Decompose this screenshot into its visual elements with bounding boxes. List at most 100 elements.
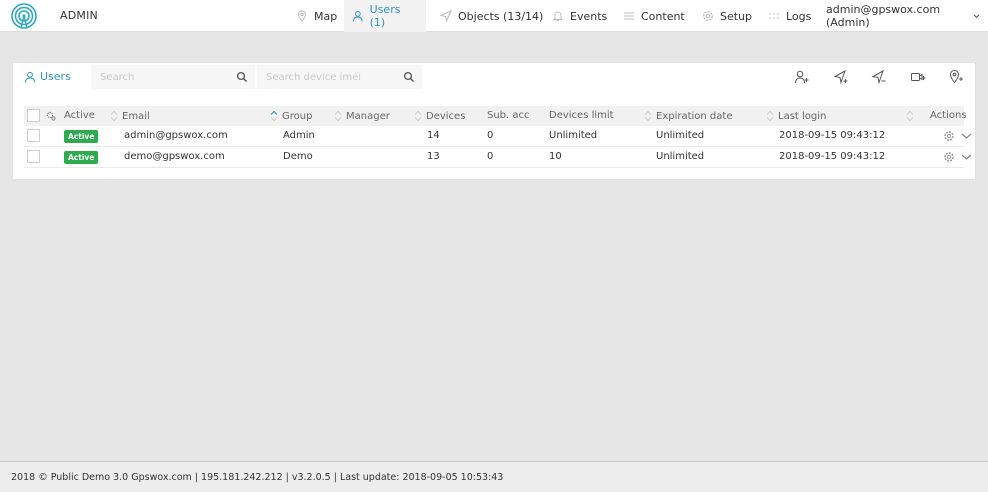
cell-group: Demo <box>283 151 313 162</box>
col-devices-label: Devices <box>426 110 466 122</box>
panel-title-label: Users <box>40 70 71 83</box>
add-object-icon <box>833 69 848 85</box>
add-geofence-button[interactable] <box>948 69 964 85</box>
users-panel: Users Active Email <box>12 62 976 180</box>
nav-setup-label: Setup <box>720 9 753 23</box>
nav-content-label: Content <box>641 9 685 23</box>
nav-map[interactable]: Map <box>288 0 345 32</box>
cell-email: demo@gpswox.com <box>124 151 225 162</box>
user-search <box>91 65 255 89</box>
col-last-login-label: Last login <box>778 110 827 122</box>
nav-logs-label: Logs <box>786 9 812 23</box>
nav-objects-label: Objects (13/14) <box>458 9 544 23</box>
col-expiration-label: Expiration date <box>656 110 733 122</box>
cell-group: Admin <box>283 130 315 141</box>
account-label: admin@gpswox.com (Admin) <box>826 3 941 29</box>
col-actions: Actions <box>930 110 967 121</box>
col-sub-acc-label: Sub. acc <box>487 110 530 121</box>
add-camera-icon <box>911 73 926 81</box>
add-user-icon <box>795 70 809 84</box>
imei-search <box>257 65 422 89</box>
add-object-button[interactable] <box>833 69 849 85</box>
settings-icon[interactable] <box>46 111 56 121</box>
col-expiration[interactable]: Expiration date <box>644 110 732 122</box>
col-devices[interactable]: Devices <box>414 110 465 122</box>
dots-icon <box>769 13 779 19</box>
col-manager[interactable]: Manager <box>334 110 390 122</box>
col-manager-label: Manager <box>346 110 390 122</box>
add-object-alt-button[interactable] <box>871 69 887 85</box>
user-icon <box>352 11 363 22</box>
panel-header: Users <box>13 63 975 91</box>
sort-icon <box>644 110 652 122</box>
nav-logs[interactable]: Logs <box>760 0 819 32</box>
status-badge: Active <box>64 130 99 143</box>
brand-label: ADMIN <box>60 9 98 22</box>
search-icon[interactable] <box>403 71 415 83</box>
gear-icon[interactable] <box>943 151 955 163</box>
chevron-down-icon[interactable] <box>961 152 972 162</box>
gear-icon <box>703 11 713 21</box>
top-navbar: ADMIN Map Users (1) Objects (13/14) Even… <box>0 0 988 32</box>
sort-icon[interactable] <box>906 110 914 122</box>
user-icon <box>25 71 35 83</box>
add-user-button[interactable] <box>794 69 810 85</box>
search-icon[interactable] <box>236 71 248 83</box>
add-camera-button[interactable] <box>910 69 926 85</box>
add-geofence-icon <box>949 69 963 84</box>
nav-events[interactable]: Events <box>544 0 615 32</box>
cell-sub-acc: 0 <box>487 151 494 162</box>
cell-expiration: Unlimited <box>656 151 705 162</box>
col-devices-limit-label: Devices limit <box>549 110 614 121</box>
col-email-label: Email <box>122 110 150 122</box>
cell-devices-limit: 10 <box>549 151 562 162</box>
col-email[interactable]: Email <box>110 110 150 122</box>
table-row: Active admin@gpswox.com Admin 14 0 Unlim… <box>24 126 972 147</box>
nav-map-label: Map <box>314 9 338 23</box>
nav-events-label: Events <box>570 9 608 23</box>
sort-icon <box>766 110 774 122</box>
row-checkbox[interactable] <box>27 150 40 163</box>
row-checkbox[interactable] <box>27 129 40 142</box>
cell-devices: 14 <box>427 130 440 141</box>
cell-last-login: 2018-09-15 09:43:12 <box>779 151 886 162</box>
cell-email: admin@gpswox.com <box>124 130 228 141</box>
sort-icon <box>110 110 118 122</box>
search-input[interactable] <box>91 65 231 89</box>
footer-text: 2018 © Public Demo 3.0 Gpswox.com | 195.… <box>11 472 504 483</box>
nav-users-label: Users (1) <box>369 3 401 29</box>
nav-content[interactable]: Content <box>615 0 693 32</box>
table-header: Active Email Group Manager Devices Sub. … <box>24 106 967 126</box>
signal-tower-icon[interactable] <box>10 3 38 29</box>
select-all-checkbox[interactable] <box>27 109 40 122</box>
gear-icon[interactable] <box>943 130 955 142</box>
navigation-arrow-icon <box>440 10 452 22</box>
account-menu[interactable]: admin@gpswox.com (Admin) <box>818 0 988 32</box>
col-actions-label: Actions <box>930 110 967 121</box>
sort-icon <box>334 110 342 122</box>
col-devices-limit[interactable]: Devices limit <box>549 110 614 121</box>
cell-last-login: 2018-09-15 09:43:12 <box>779 130 886 141</box>
nav-objects[interactable]: Objects (13/14) <box>432 0 551 32</box>
chevron-down-icon[interactable] <box>961 131 972 141</box>
col-sub-acc[interactable]: Sub. acc <box>487 110 530 121</box>
col-active[interactable]: Active <box>64 110 95 121</box>
map-marker-icon <box>297 10 307 22</box>
cell-sub-acc: 0 <box>487 130 494 141</box>
chevron-down-icon <box>973 14 980 18</box>
cell-devices-limit: Unlimited <box>549 130 598 141</box>
nav-setup[interactable]: Setup <box>694 0 760 32</box>
cell-devices: 13 <box>427 151 440 162</box>
bell-icon <box>552 11 564 21</box>
panel-title: Users <box>24 70 71 83</box>
sort-asc-icon <box>270 110 278 122</box>
imei-search-input[interactable] <box>257 65 397 89</box>
add-object-alt-icon <box>871 69 886 85</box>
col-group-label: Group <box>282 110 313 122</box>
col-last-login[interactable]: Last login <box>766 110 826 122</box>
col-active-label: Active <box>64 110 95 121</box>
nav-users[interactable]: Users (1) <box>344 0 426 32</box>
cell-expiration: Unlimited <box>656 130 705 141</box>
col-group[interactable]: Group <box>270 110 312 122</box>
footer: 2018 © Public Demo 3.0 Gpswox.com | 195.… <box>0 461 988 492</box>
